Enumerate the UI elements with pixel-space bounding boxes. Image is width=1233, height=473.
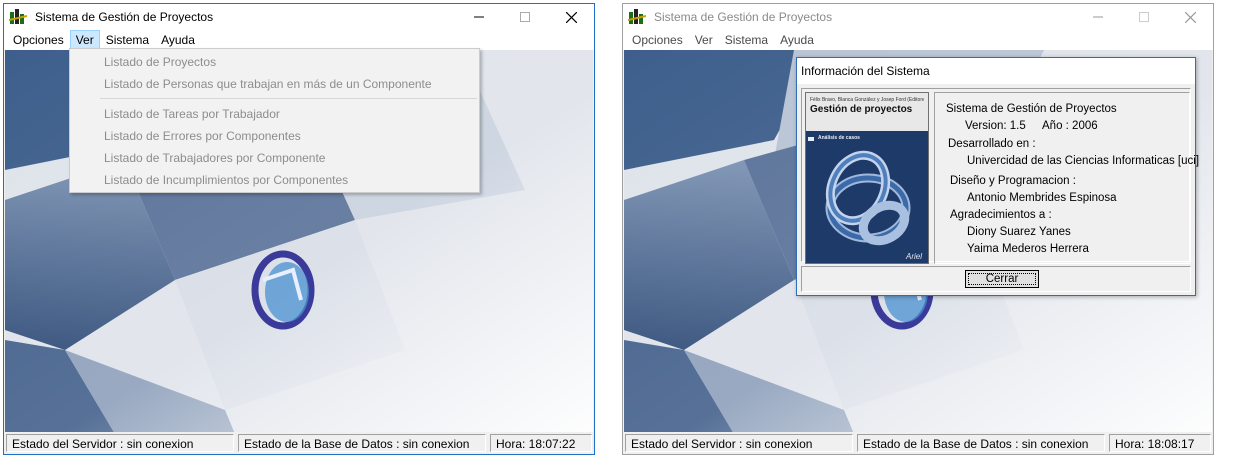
- info-dialog: Información del Sistema Félix Bravo, Bla…: [796, 57, 1199, 296]
- maximize-button[interactable]: [1121, 4, 1167, 30]
- menu-sistema[interactable]: Sistema: [719, 30, 774, 50]
- cerrar-button[interactable]: Cerrar: [965, 270, 1039, 288]
- menu-item-listado-errores[interactable]: Listado de Errores por Componentes: [70, 125, 479, 147]
- app-name-label: Sistema de Gestión de Proyectos: [946, 103, 1117, 115]
- book-cover-art: [806, 93, 928, 263]
- window-title: Sistema de Gestión de Proyectos: [35, 10, 214, 24]
- minimize-icon: [474, 16, 484, 18]
- menu-opciones[interactable]: Opciones: [626, 30, 689, 50]
- developed-label: Desarrollado en :: [948, 138, 1036, 150]
- status-server: Estado del Servidor : sin conexion: [625, 434, 853, 452]
- menu-ver[interactable]: Ver: [69, 30, 100, 50]
- info-text-box: Sistema de Gestión de Proyectos Version:…: [934, 92, 1199, 264]
- menu-sistema[interactable]: Sistema: [100, 30, 155, 50]
- book-authors: Félix Bravo, Blanca González y Josep For…: [810, 97, 924, 103]
- app-logo-icon: [628, 9, 646, 24]
- status-time: Hora: 18:08:17: [1109, 434, 1211, 452]
- title-bar[interactable]: Sistema de Gestión de Proyectos: [4, 4, 594, 30]
- close-button[interactable]: [548, 4, 594, 30]
- menu-ayuda[interactable]: Ayuda: [774, 30, 820, 50]
- thanks-label: Agradecimientos a :: [950, 209, 1052, 221]
- design-value: Antonio Membrides Espinosa: [967, 192, 1117, 204]
- status-bar: Estado del Servidor : sin conexion Estad…: [623, 432, 1213, 454]
- maximize-button[interactable]: [502, 4, 548, 30]
- version-label: Version: 1.5: [965, 120, 1026, 132]
- ver-dropdown-menu: Listado de Proyectos Listado de Personas…: [69, 48, 480, 193]
- maximize-icon: [520, 12, 530, 22]
- design-label: Diseño y Programacion :: [950, 175, 1076, 187]
- menu-ver[interactable]: Ver: [689, 30, 719, 50]
- minimize-button[interactable]: [1075, 4, 1121, 30]
- status-server: Estado del Servidor : sin conexion: [6, 434, 234, 452]
- menu-separator: [100, 98, 477, 99]
- close-icon: [1184, 11, 1196, 23]
- menu-item-listado-tareas[interactable]: Listado de Tareas por Trabajador: [70, 103, 479, 125]
- menu-item-listado-trabajadores[interactable]: Listado de Trabajadores por Componente: [70, 147, 479, 169]
- menu-item-listado-proyectos[interactable]: Listado de Proyectos: [70, 51, 479, 73]
- close-icon: [565, 11, 577, 23]
- maximize-icon: [1139, 12, 1149, 22]
- menu-bar: Opciones Ver Sistema Ayuda: [4, 30, 594, 50]
- app-logo-icon: [9, 9, 27, 24]
- year-label: Año : 2006: [1042, 120, 1098, 132]
- developed-value: Univercidad de las Ciencias Informaticas…: [967, 155, 1200, 167]
- menu-item-listado-personas[interactable]: Listado de Personas que trabajan en más …: [70, 73, 479, 95]
- status-database: Estado de la Base de Datos : sin conexio…: [857, 434, 1105, 452]
- menu-bar: Opciones Ver Sistema Ayuda: [623, 30, 1213, 50]
- thanks-person-1: Diony Suarez Yanes: [967, 226, 1071, 238]
- book-subtitle: Análisis de casos: [818, 135, 860, 141]
- minimize-button[interactable]: [456, 4, 502, 30]
- dialog-content-panel: Félix Bravo, Blanca González y Josep For…: [801, 88, 1199, 264]
- window-title: Sistema de Gestión de Proyectos: [654, 10, 833, 24]
- menu-item-listado-incumplimientos[interactable]: Listado de Incumplimientos por Component…: [70, 169, 479, 191]
- menu-ayuda[interactable]: Ayuda: [155, 30, 201, 50]
- status-database: Estado de la Base de Datos : sin conexio…: [238, 434, 486, 452]
- minimize-icon: [1093, 16, 1103, 18]
- close-button[interactable]: [1167, 4, 1213, 30]
- status-bar: Estado del Servidor : sin conexion Estad…: [4, 432, 594, 454]
- dialog-title[interactable]: Información del Sistema: [797, 58, 1195, 84]
- book-cover-image: Félix Bravo, Blanca González y Josep For…: [805, 92, 929, 264]
- title-bar[interactable]: Sistema de Gestión de Proyectos: [623, 4, 1213, 30]
- thanks-person-2: Yaima Mederos Herrera: [967, 243, 1089, 255]
- menu-opciones[interactable]: Opciones: [7, 30, 70, 50]
- book-title: Gestión de proyectos: [810, 104, 913, 115]
- dialog-button-row: Cerrar: [801, 266, 1191, 292]
- status-time: Hora: 18:07:22: [490, 434, 592, 452]
- book-publisher: Ariel: [905, 252, 922, 261]
